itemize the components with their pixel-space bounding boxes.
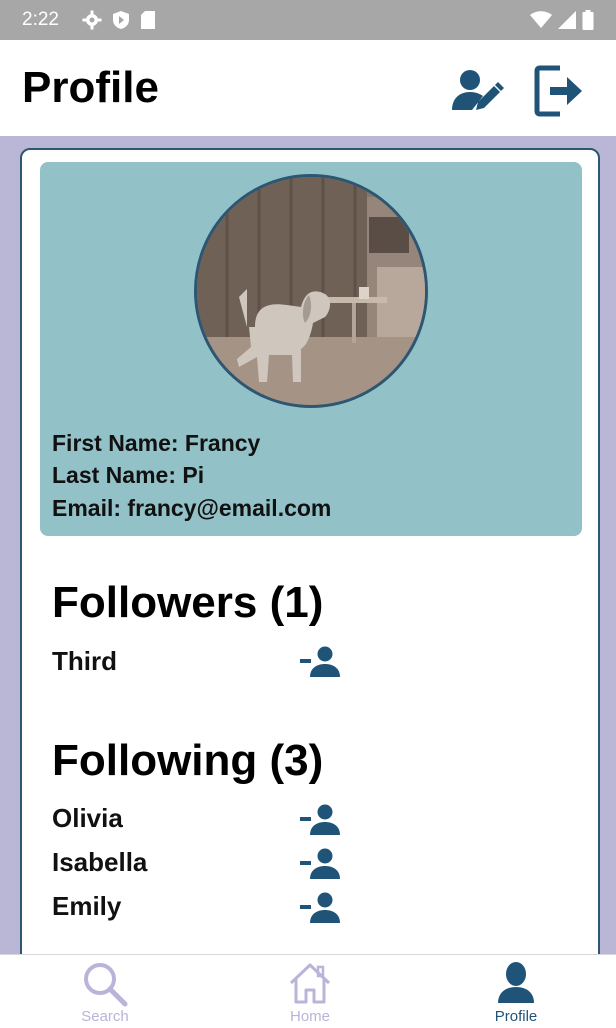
last-name-label: Last Name: Pi — [52, 462, 205, 488]
nav-label-home: Home — [289, 1008, 330, 1025]
shield-icon — [113, 11, 129, 29]
home-icon — [289, 963, 331, 1004]
edit-profile-button[interactable] — [450, 68, 504, 116]
search-icon — [84, 963, 128, 1007]
battery-icon — [582, 10, 594, 30]
bottom-nav: Search Home Profile — [0, 954, 616, 1028]
main-content[interactable]: First Name: Francy Last Name: Pi Email: … — [0, 136, 616, 988]
status-icons-right — [530, 10, 594, 30]
nav-label-search: Search — [81, 1008, 129, 1025]
following-name: Olivia — [52, 803, 123, 833]
status-time: 2:22 — [22, 9, 59, 30]
unfollow-button[interactable] — [300, 804, 342, 836]
profile-info-box: First Name: Francy Last Name: Pi Email: … — [40, 162, 582, 536]
dog-photo-image — [197, 177, 425, 405]
avatar — [194, 174, 428, 408]
following-name: Isabella — [52, 847, 148, 877]
page-title: Profile — [22, 63, 159, 112]
nav-item-search[interactable]: Search — [55, 955, 155, 1028]
status-bar: 2:22 — [0, 0, 616, 40]
signal-icon — [558, 11, 576, 29]
person-remove-icon — [300, 804, 340, 835]
logout-button[interactable] — [534, 64, 584, 118]
person-icon — [498, 962, 534, 1003]
person-remove-icon — [300, 892, 340, 923]
following-name: Emily — [52, 891, 122, 921]
nav-item-profile[interactable]: Profile — [466, 955, 566, 1028]
app-bar: Profile — [0, 40, 616, 136]
follower-name: Third — [52, 646, 117, 676]
profile-card: First Name: Francy Last Name: Pi Email: … — [20, 148, 600, 988]
sd-card-icon — [141, 11, 155, 29]
unfollow-button[interactable] — [300, 892, 342, 924]
following-title: Following (3) — [52, 736, 324, 785]
unfollow-button[interactable] — [300, 848, 342, 880]
email-label: Email: francy@email.com — [52, 495, 332, 521]
person-remove-icon — [300, 646, 340, 677]
settings-icon — [82, 10, 102, 30]
wifi-icon — [530, 11, 552, 28]
status-icons-left — [82, 10, 156, 30]
person-remove-icon — [300, 848, 340, 879]
first-name-label: First Name: Francy — [52, 430, 261, 456]
logout-icon — [534, 65, 582, 117]
remove-follower-button[interactable] — [300, 646, 342, 678]
followers-title: Followers (1) — [52, 578, 324, 627]
edit-person-icon — [452, 70, 504, 110]
nav-item-home[interactable]: Home — [260, 955, 360, 1028]
nav-label-profile: Profile — [494, 1008, 538, 1025]
